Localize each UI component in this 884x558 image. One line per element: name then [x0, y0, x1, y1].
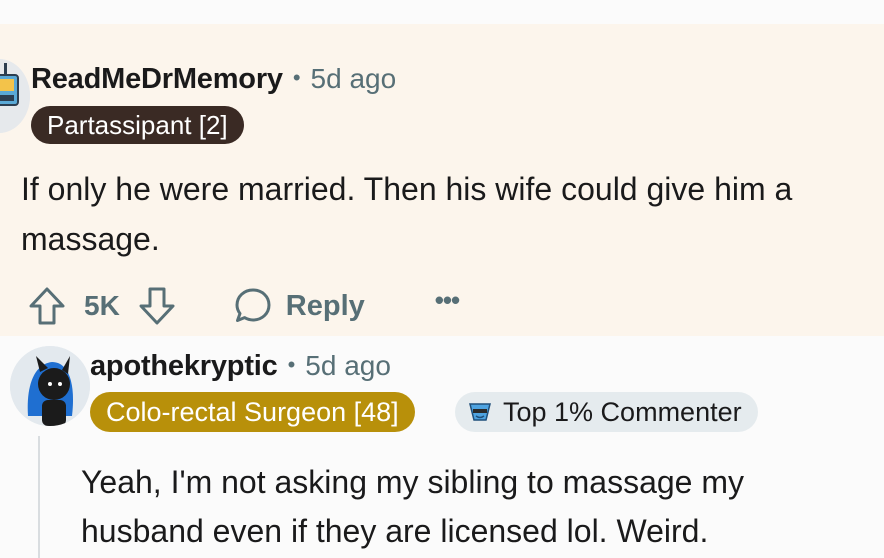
comment-icon: [235, 288, 271, 322]
user-flair: Partassipant [2]: [31, 106, 244, 144]
username[interactable]: apothekryptic: [90, 350, 278, 383]
top-commenter-icon: [467, 400, 493, 424]
comment-actions: 5K Reply •••: [28, 285, 460, 326]
comment-highlighted: ReadMeDrMemory • 5d ago Partassipant [2]…: [0, 24, 884, 336]
username[interactable]: ReadMeDrMemory: [31, 63, 283, 96]
comment-header: ReadMeDrMemory • 5d ago: [31, 63, 396, 96]
timestamp[interactable]: 5d ago: [305, 350, 391, 382]
comment: apothekryptic • 5d ago Colo-rectal Surge…: [0, 336, 884, 558]
user-avatar[interactable]: [10, 346, 90, 426]
thread-line[interactable]: [38, 436, 40, 558]
downvote-icon: [139, 287, 175, 325]
separator-dot: •: [287, 352, 296, 377]
comment-header: apothekryptic • 5d ago: [90, 350, 391, 383]
upvote-icon: [29, 287, 65, 325]
reply-button[interactable]: Reply: [234, 287, 365, 325]
comment-body: Yeah, I'm not asking my sibling to massa…: [81, 464, 745, 549]
user-avatar[interactable]: [0, 59, 30, 133]
reply-label: Reply: [285, 289, 365, 322]
top-commenter-badge: Top 1% Commenter: [455, 392, 758, 432]
vote-count: 5K: [84, 290, 120, 321]
more-options-button[interactable]: •••: [435, 285, 460, 316]
separator-dot: •: [292, 65, 301, 90]
upvote-button[interactable]: [28, 286, 66, 326]
timestamp[interactable]: 5d ago: [311, 63, 397, 95]
comment-body: If only he were married. Then his wife c…: [21, 171, 793, 257]
user-flair: Colo-rectal Surgeon [48]: [90, 392, 415, 432]
badge-label: Top 1% Commenter: [503, 397, 742, 427]
downvote-button[interactable]: [138, 286, 176, 326]
